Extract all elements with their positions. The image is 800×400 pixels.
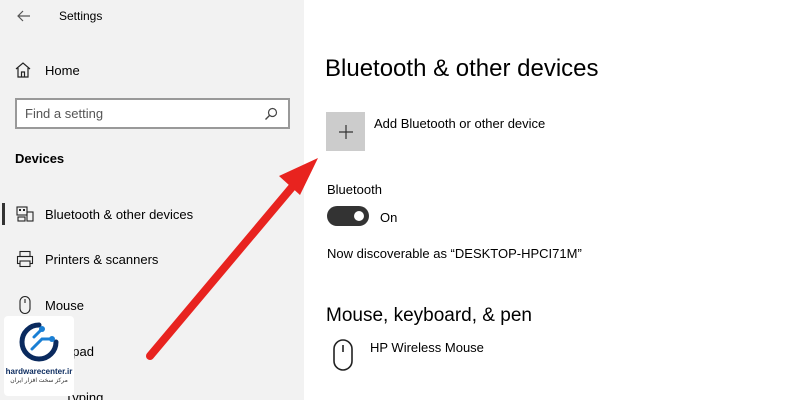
- toggle-state-label: On: [380, 210, 398, 225]
- device-item[interactable]: HP Wireless Mouse: [326, 336, 626, 376]
- mouse-icon: [333, 339, 353, 371]
- mouse-keyboard-pen-heading: Mouse, keyboard, & pen: [326, 305, 532, 326]
- page-title: Bluetooth & other devices: [325, 55, 599, 82]
- app-title: Settings: [59, 9, 103, 23]
- add-device-label[interactable]: Add Bluetooth or other device: [374, 116, 545, 131]
- sidebar-item-bluetooth[interactable]: Bluetooth & other devices: [0, 197, 304, 231]
- back-arrow-icon: [17, 10, 30, 22]
- sidebar-item-label: Mouse: [45, 297, 85, 313]
- sidebar-item-home[interactable]: Home: [12, 58, 292, 82]
- device-name: HP Wireless Mouse: [370, 340, 484, 355]
- sidebar-item-label: Bluetooth & other devices: [45, 206, 194, 222]
- devices-heading: Devices: [15, 151, 65, 166]
- sidebar-item-printers[interactable]: Printers & scanners: [0, 242, 304, 276]
- mouse-icon: [14, 294, 36, 316]
- discoverable-text: Now discoverable as “DESKTOP-HPCI71M”: [327, 246, 582, 261]
- toggle-knob: [354, 211, 364, 221]
- bluetooth-toggle[interactable]: [327, 206, 369, 226]
- printer-icon: [14, 248, 36, 270]
- bluetooth-devices-icon: [14, 203, 36, 225]
- watermark-site: hardwarecenter.ir: [5, 367, 73, 376]
- watermark-tagline: مرکز سخت افزار ایران: [10, 378, 68, 384]
- sidebar-item-label: Printers & scanners: [45, 251, 159, 267]
- logo-icon: [19, 322, 59, 362]
- search-icon[interactable]: [262, 105, 280, 123]
- selection-marker: [2, 203, 5, 225]
- bluetooth-label: Bluetooth: [327, 182, 382, 197]
- home-icon: [12, 59, 34, 81]
- watermark-logo: hardwarecenter.ir مرکز سخت افزار ایران: [4, 316, 74, 396]
- plus-icon: [338, 124, 353, 139]
- back-button[interactable]: [12, 4, 36, 28]
- search-box: [15, 98, 290, 129]
- home-label: Home: [45, 62, 80, 78]
- search-input[interactable]: [25, 106, 262, 121]
- add-device-button[interactable]: [326, 112, 365, 151]
